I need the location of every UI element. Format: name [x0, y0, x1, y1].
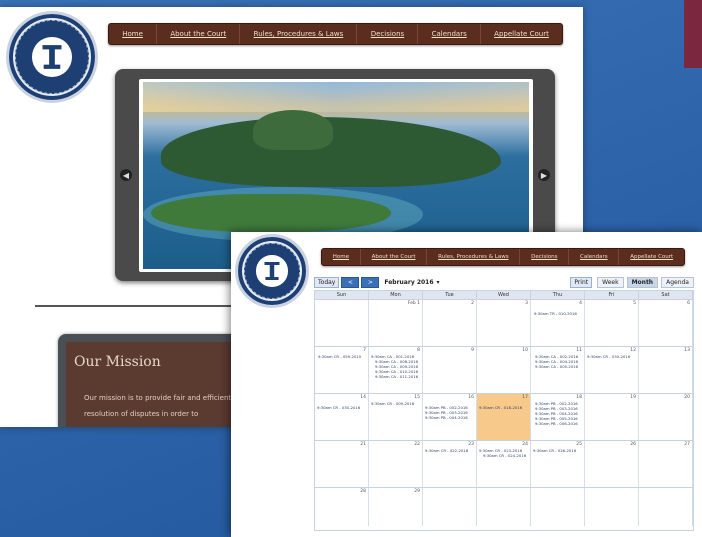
calendar-event[interactable]: 9:30am CR - 009-2016	[371, 401, 414, 407]
main-nav: Home About the Court Rules, Procedures &…	[321, 248, 685, 266]
court-seal-logo	[235, 234, 309, 308]
calendar-day[interactable]: 5	[585, 300, 639, 346]
calendar-day[interactable]: 21	[315, 441, 369, 487]
calendar-day	[585, 488, 639, 526]
calendar-day	[423, 488, 477, 526]
nav-decisions[interactable]: Decisions	[520, 249, 570, 265]
nav-rules-procedures-laws[interactable]: Rules, Procedures & Laws	[240, 24, 358, 44]
court-seal-logo	[6, 11, 98, 103]
tab-agenda[interactable]: Agenda	[661, 276, 694, 288]
calendar-day[interactable]: 23 9:30am CR - 022-2016	[423, 441, 477, 487]
nav-about-the-court[interactable]: About the Court	[157, 24, 241, 44]
tab-month[interactable]: Month	[626, 276, 659, 288]
nav-home[interactable]: Home	[109, 24, 158, 44]
mission-card: Our Mission Our mission is to provide fa…	[58, 334, 244, 427]
calendar-day[interactable]: 18 9:30am PB - 002-2016 9:30am PB - 003-…	[531, 394, 585, 440]
calendar-day	[639, 488, 693, 526]
calendar-day[interactable]	[315, 300, 369, 346]
weekday-label: Fri	[585, 291, 639, 299]
weekday-label: Mon	[369, 291, 423, 299]
calendar-event[interactable]: 9:30am PB - 004-2016	[425, 415, 468, 421]
calendar-day-today[interactable]: 17 9:30am CR - 018-2016	[477, 394, 531, 440]
calendar-event[interactable]: 9:30am PB - 006-2016	[535, 421, 578, 427]
calendar-event[interactable]: 9:30am CR - 030-2016	[587, 354, 630, 360]
calendar-week: 7 9:30am CR - 059-2015 8 9:30am CA - 001…	[315, 346, 693, 393]
calendar-event[interactable]: 9:30am CR - 022-2016	[425, 448, 468, 454]
mission-text: Our mission is to provide fair and effic…	[84, 394, 232, 418]
print-button[interactable]: Print	[570, 276, 593, 288]
calendar-day[interactable]: 7 9:30am CR - 059-2015	[315, 347, 369, 393]
calendar-day[interactable]: 28	[315, 488, 369, 526]
nav-calendars[interactable]: Calendars	[418, 24, 481, 44]
calendar-event[interactable]: 9:30am CR - 026-2016	[533, 448, 576, 454]
weekday-label: Tue	[423, 291, 477, 299]
calendar-day[interactable]: 10	[477, 347, 531, 393]
weekday-label: Sun	[315, 291, 369, 299]
tab-week[interactable]: Week	[597, 276, 624, 288]
slider-next-icon[interactable]: ▶	[538, 169, 550, 181]
calendar-week: 28 29	[315, 487, 693, 526]
weekday-label: Wed	[477, 291, 531, 299]
weekday-label: Sat	[639, 291, 693, 299]
slider-prev-icon[interactable]: ◀	[120, 169, 132, 181]
calendar-day	[531, 488, 585, 526]
prev-month-button[interactable]: <	[341, 276, 360, 288]
nav-calendars[interactable]: Calendars	[569, 249, 620, 265]
calendar-week: Feb 1 2 3 4 9:30am TR - 010-2016 5 6	[315, 299, 693, 346]
calendar-day[interactable]: 29	[369, 488, 423, 526]
nav-appellate-court[interactable]: Appellate Court	[481, 24, 562, 44]
current-month-label: February 2016	[384, 278, 434, 286]
calendar-day[interactable]: 11 9:30am CA - 002-2016 9:30am CA - 004-…	[531, 347, 585, 393]
nav-home[interactable]: Home	[322, 249, 361, 265]
weekday-label: Thu	[531, 291, 585, 299]
calendar-day[interactable]: 22	[369, 441, 423, 487]
calendar-day[interactable]: 19	[585, 394, 639, 440]
nav-decisions[interactable]: Decisions	[357, 24, 419, 44]
nav-rules-procedures-laws[interactable]: Rules, Procedures & Laws	[427, 249, 521, 265]
calendar-toolbar: Today < > February 2016 ▾ Print Week Mon…	[314, 276, 694, 288]
calendar-day[interactable]: 3	[477, 300, 531, 346]
calendar-day[interactable]: 25 9:30am CR - 026-2016	[531, 441, 585, 487]
mission-title: Our Mission	[74, 354, 161, 370]
background-accent	[684, 0, 702, 68]
calendar-event[interactable]: 9:30am CR - 030-2016	[317, 405, 360, 411]
calendar-day[interactable]: Feb 1	[369, 300, 423, 346]
chevron-down-icon[interactable]: ▾	[437, 279, 440, 286]
court-calendar-screenshot: Home About the Court Rules, Procedures &…	[231, 232, 702, 537]
calendar-week: 14 9:30am CR - 030-2016 15 9:30am CR - 0…	[315, 393, 693, 440]
today-button[interactable]: Today	[314, 276, 340, 288]
calendar-day[interactable]: 4 9:30am TR - 010-2016	[531, 300, 585, 346]
calendar-day[interactable]: 20	[639, 394, 693, 440]
nav-about-the-court[interactable]: About the Court	[361, 249, 428, 265]
calendar-day[interactable]: 15 9:30am CR - 009-2016	[369, 394, 423, 440]
calendar-event[interactable]: 9:30am CR - 024-2016	[483, 453, 526, 459]
calendar-day[interactable]: 27	[639, 441, 693, 487]
calendar-event[interactable]: 9:30am CA - 005-2016	[535, 364, 578, 370]
calendar-day[interactable]: 6	[639, 300, 693, 346]
month-calendar-grid: Sun Mon Tue Wed Thu Fri Sat Feb 1 2 3 4 …	[314, 290, 694, 531]
calendar-day[interactable]: 13	[639, 347, 693, 393]
calendar-day[interactable]: 8 9:30am CA - 001-2016 9:30am CA - 008-2…	[369, 347, 423, 393]
divider	[35, 305, 235, 307]
calendar-week: 21 22 23 9:30am CR - 022-2016 24 9:30am …	[315, 440, 693, 487]
main-nav: Home About the Court Rules, Procedures &…	[108, 23, 563, 45]
calendar-day	[477, 488, 531, 526]
calendar-event[interactable]: 9:30am CR - 059-2015	[318, 354, 361, 360]
calendar-day[interactable]: 14 9:30am CR - 030-2016	[315, 394, 369, 440]
weekday-header: Sun Mon Tue Wed Thu Fri Sat	[315, 291, 693, 299]
calendar-day[interactable]: 24 9:30am CR - 023-2016 9:30am CR - 024-…	[477, 441, 531, 487]
calendar-day[interactable]: 26	[585, 441, 639, 487]
calendar-event[interactable]: 9:30am CA - 011-2016	[375, 374, 418, 380]
calendar-day[interactable]: 12 9:30am CR - 030-2016	[585, 347, 639, 393]
next-month-button[interactable]: >	[361, 276, 380, 288]
nav-appellate-court[interactable]: Appellate Court	[619, 249, 684, 265]
calendar-event[interactable]: 9:30am CR - 018-2016	[479, 405, 522, 411]
calendar-day[interactable]: 2	[423, 300, 477, 346]
calendar-day[interactable]: 16 9:30am PB - 002-2016 9:30am PB - 003-…	[423, 394, 477, 440]
calendar-day[interactable]: 9	[423, 347, 477, 393]
calendar-event[interactable]: 9:30am TR - 010-2016	[534, 311, 577, 317]
